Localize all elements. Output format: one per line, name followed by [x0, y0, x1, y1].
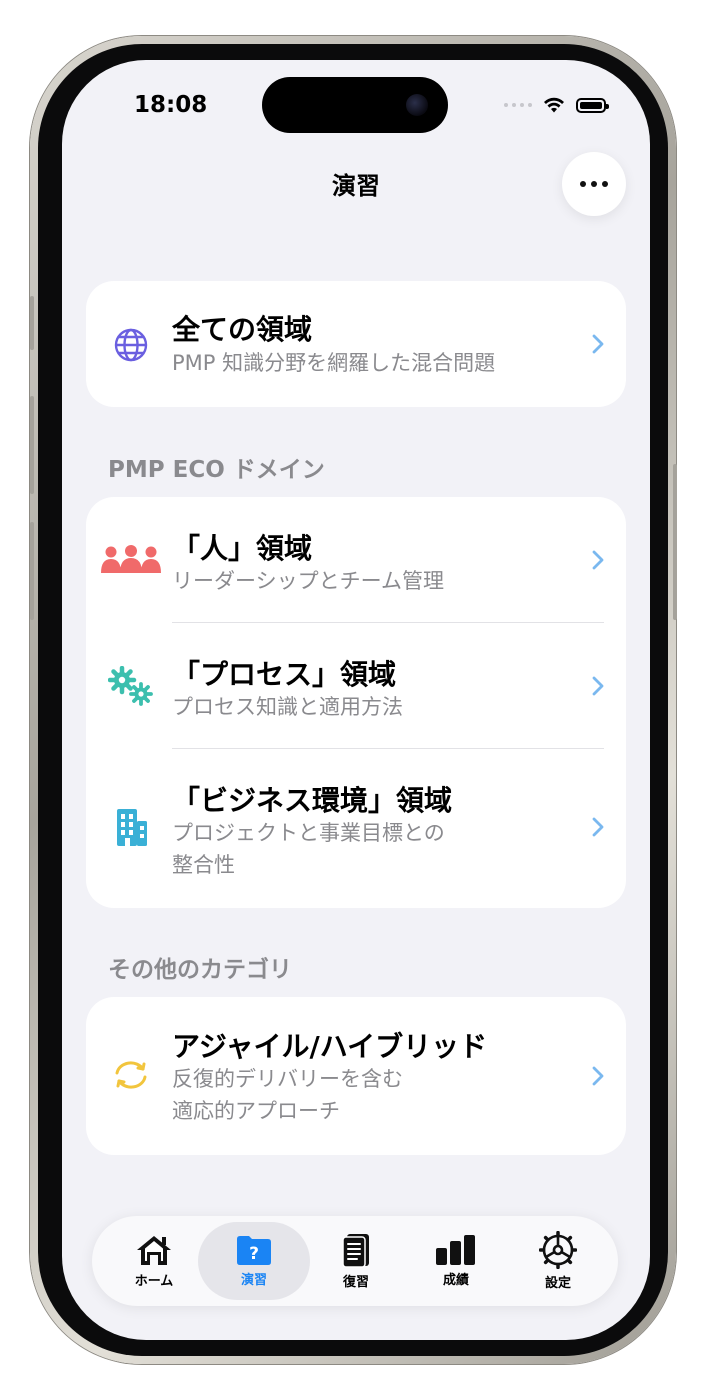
signal-dots-icon	[504, 103, 532, 107]
ellipsis-icon	[580, 181, 586, 187]
list-item-people-domain[interactable]: 「人」領域 リーダーシップとチーム管理	[86, 497, 626, 623]
section-header-eco: PMP ECO ドメイン	[108, 457, 325, 483]
cycle-arrows-icon	[100, 1055, 162, 1095]
screen: 18:08 演習 全ての領域 PMP 知識分野を網羅した混合問題 PMP ECO…	[62, 60, 650, 1340]
chevron-right-icon	[592, 1066, 604, 1086]
tab-home[interactable]: ホーム	[102, 1216, 206, 1306]
more-options-button[interactable]	[562, 152, 626, 216]
people-icon	[94, 540, 168, 580]
eco-domains-card: 「人」領域 リーダーシップとチーム管理 「プロセス」領域 プロセス知識と適用方法…	[86, 497, 626, 908]
tab-bar: ホーム ? 演習 復習 成績 設定	[92, 1216, 618, 1306]
globe-icon	[100, 323, 162, 367]
action-button	[30, 296, 34, 350]
volume-up-button	[30, 396, 34, 494]
business-domain-title: 「ビジネス環境」領域	[172, 784, 453, 817]
tab-results[interactable]: 成績	[404, 1216, 508, 1306]
tab-practice[interactable]: ? 演習	[198, 1222, 310, 1300]
chevron-right-icon	[592, 334, 604, 354]
list-item-process-domain[interactable]: 「プロセス」領域 プロセス知識と適用方法	[86, 623, 626, 749]
list-item-business-domain[interactable]: 「ビジネス環境」領域 プロジェクトと事業目標との 整合性	[86, 749, 626, 908]
people-domain-subtitle: リーダーシップとチーム管理	[172, 569, 444, 593]
tab-settings[interactable]: 設定	[506, 1216, 610, 1306]
all-domains-card[interactable]: 全ての領域 PMP 知識分野を網羅した混合問題	[86, 281, 626, 407]
question-folder-icon: ?	[237, 1236, 271, 1265]
people-domain-title: 「人」領域	[172, 532, 313, 565]
volume-down-button	[30, 522, 34, 620]
process-domain-subtitle: プロセス知識と適用方法	[172, 695, 403, 719]
agile-hybrid-subtitle-line1: 反復的デリバリーを含む	[172, 1067, 403, 1091]
svg-text:?: ?	[249, 1244, 259, 1264]
chevron-right-icon	[592, 550, 604, 570]
agile-hybrid-title: アジャイル/ハイブリッド	[172, 1030, 488, 1063]
agile-hybrid-subtitle-line2: 適応的アプローチ	[172, 1099, 340, 1123]
wifi-icon	[544, 97, 564, 113]
tab-label: ホーム	[134, 1274, 174, 1289]
power-button	[673, 464, 677, 620]
front-camera	[406, 94, 428, 116]
all-domains-subtitle: PMP 知識分野を網羅した混合問題	[172, 351, 496, 375]
other-categories-card: アジャイル/ハイブリッド 反復的デリバリーを含む 適応的アプローチ	[86, 997, 626, 1155]
status-time: 18:08	[134, 92, 208, 118]
home-icon	[137, 1236, 171, 1265]
tab-label: 成績	[442, 1273, 469, 1288]
battery-icon	[576, 97, 609, 113]
gear-icon	[539, 1231, 577, 1269]
all-domains-title: 全ての領域	[172, 313, 313, 346]
building-icon	[100, 805, 162, 849]
process-domain-title: 「プロセス」領域	[172, 658, 397, 691]
gears-icon	[100, 663, 162, 709]
tab-label: 復習	[342, 1275, 369, 1290]
status-indicators	[504, 96, 609, 114]
chevron-right-icon	[592, 817, 604, 837]
business-domain-subtitle-line2: 整合性	[172, 853, 235, 877]
bar-chart-icon	[436, 1235, 475, 1265]
tab-review[interactable]: 復習	[304, 1216, 408, 1306]
tab-label: 設定	[544, 1276, 571, 1291]
business-domain-subtitle-line1: プロジェクトと事業目標との	[172, 821, 445, 845]
list-item-agile-hybrid[interactable]: アジャイル/ハイブリッド 反復的デリバリーを含む 適応的アプローチ	[86, 997, 626, 1155]
dynamic-island	[262, 77, 448, 133]
tab-label: 演習	[240, 1273, 267, 1288]
section-header-other: その他のカテゴリ	[108, 957, 292, 983]
chevron-right-icon	[592, 676, 604, 696]
notebook-icon	[342, 1234, 369, 1268]
